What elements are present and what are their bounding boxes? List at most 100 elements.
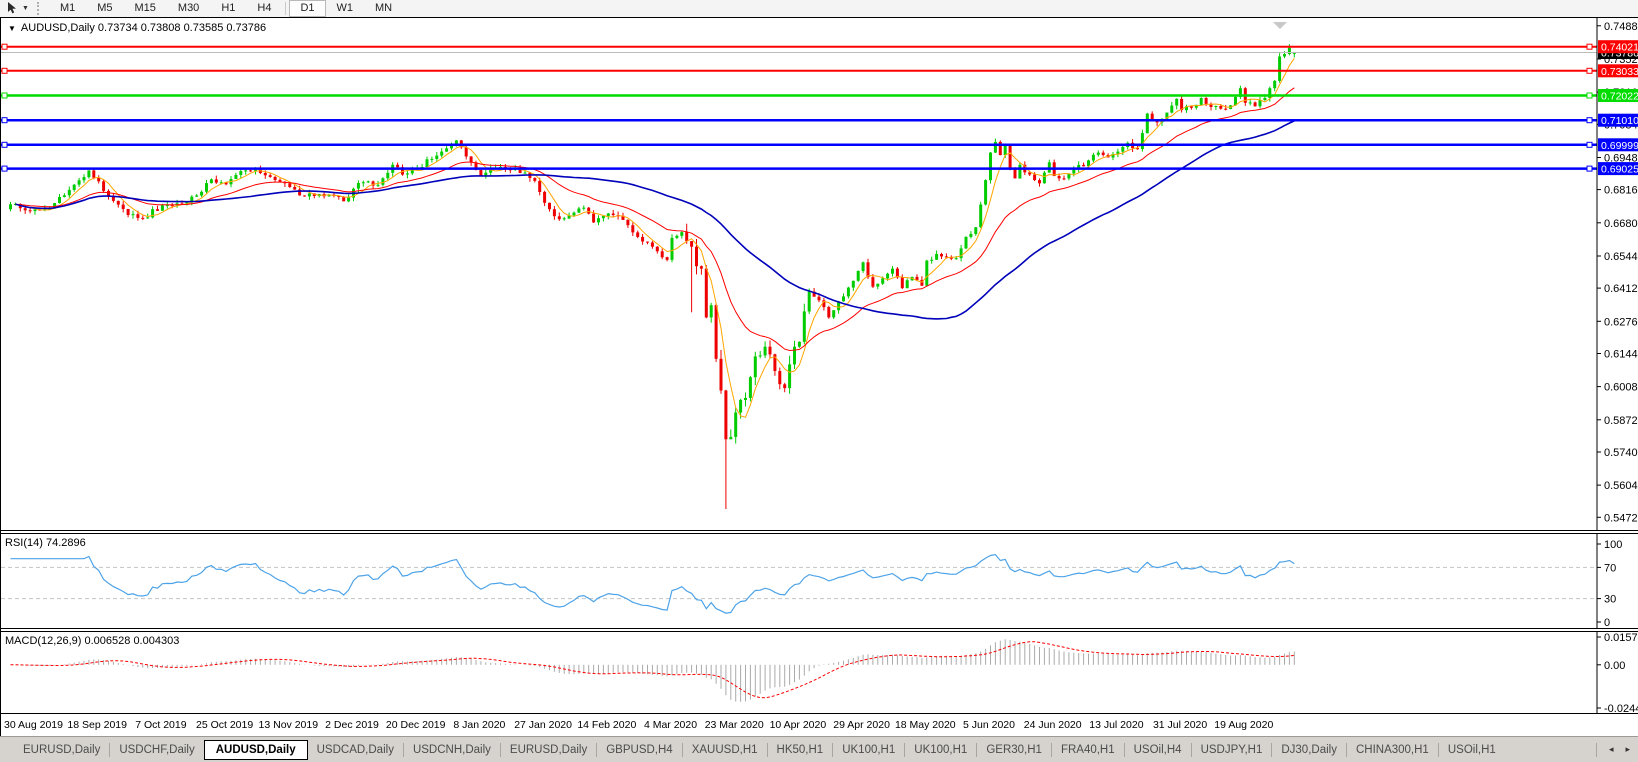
date-tick-label: 18 Sep 2019 bbox=[67, 719, 127, 731]
tab-USDCAD-Daily[interactable]: USDCAD,Daily bbox=[308, 741, 403, 759]
tab-CHINA300-H1[interactable]: CHINA300,H1 bbox=[1347, 741, 1438, 759]
price-tick-label: 0.60080 bbox=[1604, 382, 1638, 394]
macd-value-signal: 0.004303 bbox=[133, 635, 179, 647]
timeframe-button-M1[interactable]: M1 bbox=[49, 0, 86, 17]
tab-USOil-H1[interactable]: USOil,H1 bbox=[1439, 741, 1505, 759]
price-flag-0.71010: 0.71010 bbox=[1598, 114, 1638, 128]
price-flag-0.72022: 0.72022 bbox=[1598, 89, 1638, 103]
tab-UK100-H1[interactable]: UK100,H1 bbox=[833, 741, 904, 759]
price-flag-0.73033: 0.73033 bbox=[1598, 64, 1638, 78]
hline-0.72022[interactable] bbox=[1, 93, 1597, 98]
hline-0.71010[interactable] bbox=[1, 118, 1597, 123]
pointer-cursor-icon bbox=[6, 2, 19, 15]
date-tick-label: 4 Mar 2020 bbox=[644, 719, 697, 731]
macd-tick-label: 0.00 bbox=[1604, 660, 1625, 672]
date-tick-label: 30 Aug 2019 bbox=[4, 719, 63, 731]
chevron-down-icon: ▼ bbox=[22, 5, 29, 12]
timeframe-button-group: M1M5M15M30H1H4 D1W1MN bbox=[49, 0, 403, 17]
svg-text:0.69025: 0.69025 bbox=[1601, 164, 1638, 176]
date-tick-label: 13 Jul 2020 bbox=[1089, 719, 1143, 731]
hline-0.73033[interactable] bbox=[1, 68, 1597, 73]
timeframe-button-W1[interactable]: W1 bbox=[326, 0, 365, 17]
timeframe-button-D1[interactable]: D1 bbox=[289, 0, 325, 17]
date-tick-label: 23 Mar 2020 bbox=[705, 719, 764, 731]
timeframe-button-M30[interactable]: M30 bbox=[167, 0, 210, 17]
price-tick-label: 0.62760 bbox=[1604, 316, 1638, 328]
price-tick-label: 0.56040 bbox=[1604, 480, 1638, 492]
rsi-label: RSI(14) 74.2896 bbox=[5, 537, 86, 549]
tab-USOil-H4[interactable]: USOil,H4 bbox=[1125, 741, 1191, 759]
timeframe-button-MN[interactable]: MN bbox=[364, 0, 403, 17]
price-tick-label: 0.74880 bbox=[1604, 21, 1638, 33]
price-flag-0.69025: 0.69025 bbox=[1598, 162, 1638, 176]
price-flag-0.74021: 0.74021 bbox=[1598, 40, 1638, 54]
svg-text:0.71010: 0.71010 bbox=[1601, 115, 1638, 127]
macd-label: MACD(12,26,9) 0.006528 0.004303 bbox=[5, 635, 179, 647]
tab-scroll-arrows: ◂ ▸ bbox=[1588, 743, 1638, 757]
price-tick-label: 0.54720 bbox=[1604, 512, 1638, 524]
macd-tick-label: -0.024412 bbox=[1604, 703, 1638, 713]
rsi-tick-label: 30 bbox=[1604, 594, 1616, 606]
timeframe-button-M15[interactable]: M15 bbox=[124, 0, 167, 17]
price-tick-label: 0.58720 bbox=[1604, 415, 1638, 427]
hline-0.69999[interactable] bbox=[1, 142, 1597, 147]
tab-HK50-H1[interactable]: HK50,H1 bbox=[768, 741, 833, 759]
tab-UK100-H1[interactable]: UK100,H1 bbox=[905, 741, 976, 759]
price-tick-label: 0.66800 bbox=[1604, 218, 1638, 230]
tab-USDCNH-Daily[interactable]: USDCNH,Daily bbox=[404, 741, 500, 759]
hline-0.74021[interactable] bbox=[1, 44, 1597, 49]
chart-dropdown-icon[interactable]: ▼ bbox=[8, 24, 16, 33]
tab-EURUSD-Daily[interactable]: EURUSD,Daily bbox=[14, 741, 109, 759]
tab-scroll-left-icon[interactable]: ◂ bbox=[1609, 744, 1614, 755]
tab-USDJPY-H1[interactable]: USDJPY,H1 bbox=[1192, 741, 1272, 759]
date-tick-label: 25 Oct 2019 bbox=[196, 719, 253, 731]
date-tick-label: 14 Feb 2020 bbox=[577, 719, 636, 731]
cursor-tool-button[interactable]: ▼ bbox=[0, 0, 35, 17]
svg-text:0.74021: 0.74021 bbox=[1601, 42, 1638, 54]
rsi-tick-label: 100 bbox=[1604, 539, 1622, 551]
main-price-chart[interactable]: 0.748800.735200.721600.708400.694800.681… bbox=[1, 18, 1638, 530]
tab-AUDUSD-Daily[interactable]: AUDUSD,Daily bbox=[204, 740, 308, 760]
timeframe-button-H1[interactable]: H1 bbox=[210, 0, 246, 17]
date-tick-label: 27 Jan 2020 bbox=[514, 719, 572, 731]
tab-DJ30-Daily[interactable]: DJ30,Daily bbox=[1272, 741, 1346, 759]
date-tick-label: 19 Aug 2020 bbox=[1214, 719, 1273, 731]
tab-GER30-H1[interactable]: GER30,H1 bbox=[977, 741, 1051, 759]
symbol-tab-bar: EURUSD,DailyUSDCHF,DailyAUDUSD,DailyUSDC… bbox=[0, 736, 1638, 762]
date-tick-label: 29 Apr 2020 bbox=[833, 719, 890, 731]
timeframe-button-M5[interactable]: M5 bbox=[86, 0, 123, 17]
chart-title-text: AUDUSD,Daily 0.73734 0.73808 0.73585 0.7… bbox=[21, 22, 266, 34]
price-tick-label: 0.65440 bbox=[1604, 251, 1638, 263]
rsi-value: 74.2896 bbox=[46, 537, 86, 549]
price-tick-label: 0.61440 bbox=[1604, 349, 1638, 361]
date-tick-label: 2 Dec 2019 bbox=[325, 719, 379, 731]
macd-tick-label: 0.015741 bbox=[1604, 632, 1638, 644]
macd-value-main: 0.006528 bbox=[84, 635, 130, 647]
price-tick-label: 0.68160 bbox=[1604, 185, 1638, 197]
svg-text:0.72022: 0.72022 bbox=[1601, 91, 1638, 103]
tab-FRA40-H1[interactable]: FRA40,H1 bbox=[1052, 741, 1124, 759]
toolbar-grip[interactable] bbox=[37, 2, 45, 15]
timeframe-button-H4[interactable]: H4 bbox=[246, 0, 282, 17]
chart-shift-marker[interactable] bbox=[1273, 22, 1287, 29]
tab-scroll-right-icon[interactable]: ▸ bbox=[1625, 744, 1630, 755]
tab-USDCHF-Daily[interactable]: USDCHF,Daily bbox=[110, 741, 203, 759]
rsi-indicator-panel[interactable]: 100 70 30 0 bbox=[1, 534, 1638, 628]
macd-name: MACD(12,26,9) bbox=[5, 635, 81, 647]
price-flag-0.69999: 0.69999 bbox=[1598, 138, 1638, 152]
date-tick-label: 31 Jul 2020 bbox=[1153, 719, 1207, 731]
tab-XAUUSD-H1[interactable]: XAUUSD,H1 bbox=[683, 741, 767, 759]
top-toolbar: ▼ M1M5M15M30H1H4 D1W1MN bbox=[0, 0, 1638, 18]
date-axis[interactable]: 30 Aug 201918 Sep 20197 Oct 201925 Oct 2… bbox=[1, 713, 1638, 738]
chart-title: ▼ AUDUSD,Daily 0.73734 0.73808 0.73585 0… bbox=[8, 22, 266, 34]
svg-text:0.73033: 0.73033 bbox=[1601, 66, 1638, 78]
tab-GBPUSD-H4[interactable]: GBPUSD,H4 bbox=[597, 741, 681, 759]
date-tick-label: 13 Nov 2019 bbox=[259, 719, 319, 731]
chart-window[interactable]: 0.748800.735200.721600.708400.694800.681… bbox=[0, 17, 1638, 736]
rsi-name: RSI(14) bbox=[5, 537, 43, 549]
rsi-tick-label: 0 bbox=[1604, 617, 1610, 628]
macd-indicator-panel[interactable]: 0.015741 0.00 -0.024412 bbox=[1, 632, 1638, 713]
date-tick-label: 20 Dec 2019 bbox=[386, 719, 446, 731]
tab-EURUSD-Daily[interactable]: EURUSD,Daily bbox=[501, 741, 596, 759]
rsi-tick-label: 70 bbox=[1604, 562, 1616, 574]
